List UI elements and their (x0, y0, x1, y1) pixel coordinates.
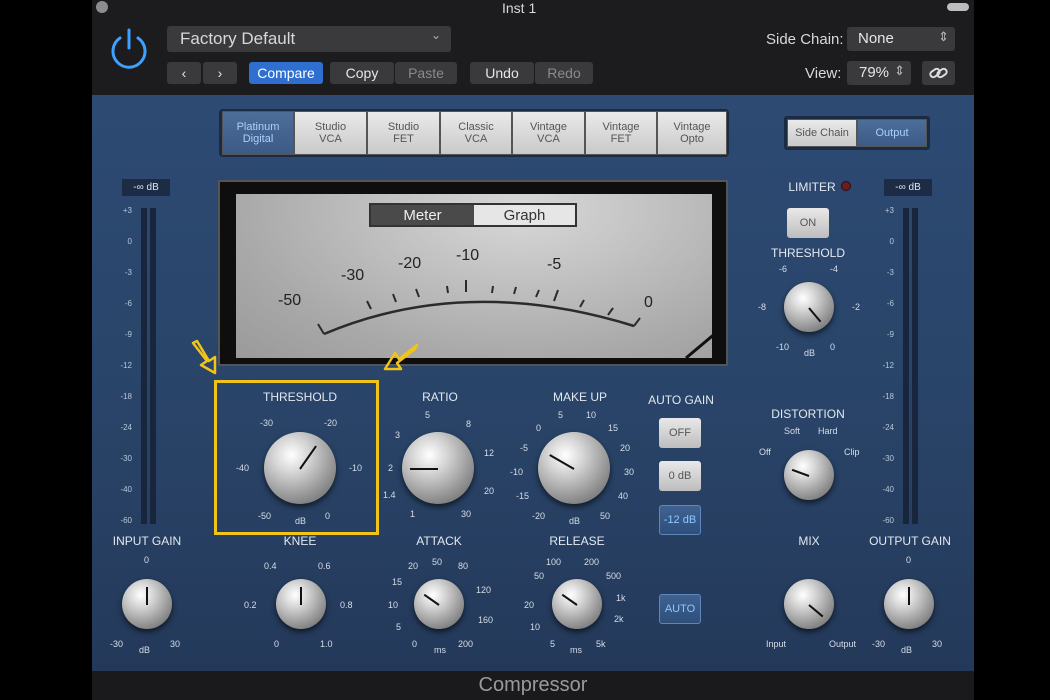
plugin-name-footer: Compressor (92, 671, 974, 700)
attack-label: ATTACK (416, 534, 462, 548)
model-classic-vca[interactable]: Classic VCA (440, 111, 512, 155)
plugin-window: Inst 1 Factory Default ⌄ ‹ › Compare Cop… (92, 0, 974, 700)
link-icon (929, 67, 948, 79)
link-button[interactable] (922, 61, 955, 85)
output-tab[interactable]: Output (857, 119, 927, 147)
compare-button[interactable]: Compare (249, 62, 323, 84)
distortion-knob[interactable] (784, 450, 834, 500)
paste-button[interactable]: Paste (395, 62, 457, 84)
output-meter-right (912, 208, 918, 524)
input-meter-readout: -∞ dB (122, 179, 170, 196)
power-icon[interactable] (106, 26, 152, 72)
input-gain-label: INPUT GAIN (112, 534, 182, 548)
release-knob[interactable] (552, 579, 602, 629)
vu-scale-minus10: -10 (456, 247, 480, 264)
preset-selector[interactable]: Factory Default ⌄ (167, 26, 451, 52)
makeup-knob[interactable] (538, 432, 610, 504)
auto-gain-off-button[interactable]: OFF (659, 418, 701, 448)
input-meter-right (150, 208, 156, 524)
sidechain-value: None (858, 30, 894, 47)
input-scale: +3 0 -3 -6 -9 -12 -18 -24 -30 -40 -60 (120, 206, 132, 525)
limiter-threshold-knob[interactable] (784, 282, 834, 332)
highlight-box (214, 380, 379, 535)
sidechain-select[interactable]: None ⇕ (847, 27, 955, 51)
input-gain-knob[interactable] (122, 579, 172, 629)
vu-meter-arc (317, 280, 712, 358)
side-chain-tab[interactable]: Side Chain (787, 119, 857, 147)
model-vintage-opto[interactable]: Vintage Opto (657, 111, 727, 155)
knee-knob[interactable] (276, 579, 326, 629)
input-meter-left (141, 208, 147, 524)
auto-gain-0db-button[interactable]: 0 dB (659, 461, 701, 491)
prev-preset-button[interactable]: ‹ (167, 62, 201, 84)
view-label: View: (805, 65, 842, 82)
vu-scale-minus30: -30 (341, 267, 365, 284)
view-zoom-value: 79% (859, 64, 890, 81)
mix-knob[interactable] (784, 579, 834, 629)
output-gain-label: OUTPUT GAIN (869, 534, 951, 548)
view-zoom-select[interactable]: 79% ⇕ (847, 61, 911, 85)
vu-needle (685, 334, 712, 358)
output-scale: +3 0 -3 -6 -9 -12 -18 -24 -30 -40 -60 (882, 206, 894, 525)
close-dot[interactable] (96, 1, 108, 13)
vu-scale-minus50: -50 (278, 292, 302, 309)
model-vintage-vca[interactable]: Vintage VCA (512, 111, 585, 155)
ratio-knob[interactable] (402, 432, 474, 504)
vu-scale-0: 0 (644, 294, 653, 311)
annotation-arrows (191, 339, 419, 375)
makeup-label: MAKE UP (552, 390, 607, 404)
undo-button[interactable]: Undo (470, 62, 534, 84)
distortion-label: DISTORTION (771, 407, 845, 421)
model-platinum-digital[interactable]: Platinum Digital (222, 111, 294, 155)
output-gain-knob[interactable] (884, 579, 934, 629)
output-meter-left (903, 208, 909, 524)
chevron-down-icon: ⌄ (430, 28, 441, 42)
model-studio-vca[interactable]: Studio VCA (294, 111, 367, 155)
vu-scale-minus5: -5 (547, 256, 562, 273)
copy-button[interactable]: Copy (330, 62, 394, 84)
limiter-led (841, 181, 851, 191)
mix-label: MIX (798, 534, 820, 548)
sidechain-label: Side Chain: (766, 31, 844, 48)
window-title: Inst 1 (502, 0, 537, 16)
preset-name: Factory Default (180, 29, 296, 48)
limiter-on-button[interactable]: ON (787, 208, 829, 238)
auto-gain-minus12-button[interactable]: -12 dB (659, 505, 701, 535)
limiter-threshold-label: THRESHOLD (770, 246, 845, 260)
plugin-header: Inst 1 Factory Default ⌄ ‹ › Compare Cop… (92, 0, 974, 95)
attack-knob[interactable] (414, 579, 464, 629)
release-auto-button[interactable]: AUTO (659, 594, 701, 624)
knee-label: KNEE (283, 534, 317, 548)
next-preset-button[interactable]: › (203, 62, 237, 84)
limiter-label: LIMITER (788, 180, 836, 194)
vu-scale-minus20: -20 (398, 255, 422, 272)
release-label: RELEASE (549, 534, 605, 548)
updown-icon: ⇕ (894, 63, 905, 78)
updown-icon: ⇕ (938, 29, 949, 44)
output-meter-readout: -∞ dB (884, 179, 932, 196)
model-vintage-fet[interactable]: Vintage FET (585, 111, 657, 155)
model-studio-fet[interactable]: Studio FET (367, 111, 440, 155)
window-pill[interactable] (947, 3, 969, 11)
redo-button[interactable]: Redo (535, 62, 593, 84)
auto-gain-label: AUTO GAIN (648, 393, 714, 407)
